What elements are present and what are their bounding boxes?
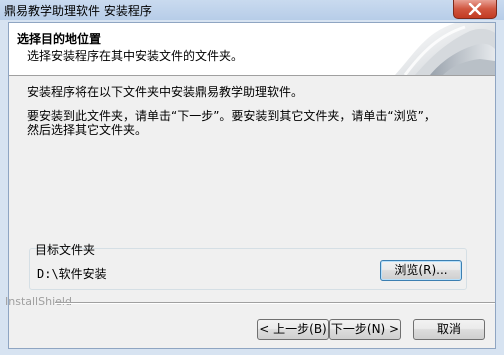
info-text-line3: 然后选择其它文件夹。 — [27, 123, 148, 137]
info-text-line1: 安装程序将在以下文件夹中安装鼎易教学助理软件。 — [27, 85, 304, 99]
browse-button[interactable]: 浏览(R)... — [380, 260, 462, 281]
group-label: 目标文件夹 — [35, 243, 96, 257]
dialog-body: 选择目的地位置 选择安装程序在其中安装文件的文件夹。 安装程序将在以下文件夹中安… — [5, 22, 496, 349]
window-title: 鼎易教学助理软件 安装程序 — [4, 4, 152, 18]
installer-window: 鼎易教学助理软件 安装程序 选择目的地位置 选择安装程序在其中安装文件的文件夹。 — [0, 0, 504, 355]
cancel-button[interactable]: 取消 — [413, 319, 485, 340]
page-subtitle: 选择安装程序在其中安装文件的文件夹。 — [27, 49, 244, 63]
header-banner: 选择目的地位置 选择安装程序在其中安装文件的文件夹。 — [9, 23, 495, 76]
back-button[interactable]: < 上一步(B) — [257, 319, 329, 340]
installshield-banner-art — [395, 23, 495, 75]
next-button[interactable]: 下一步(N) > — [329, 319, 401, 340]
footer-separator — [55, 302, 495, 304]
title-bar[interactable]: 鼎易教学助理软件 安装程序 — [0, 0, 504, 20]
info-text-line2: 要安装到此文件夹，请单击“下一步”。要安装到其它文件夹，请单击“浏览”， — [27, 109, 436, 123]
page-title: 选择目的地位置 — [17, 32, 102, 46]
close-button[interactable] — [453, 0, 497, 19]
close-icon — [468, 3, 482, 15]
destination-path: D:\软件安装 — [37, 267, 107, 281]
